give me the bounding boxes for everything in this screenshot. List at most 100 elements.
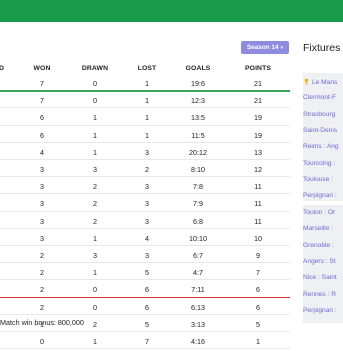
cell-goals: 4:7 [193,268,203,278]
cell-points: 11 [254,182,262,192]
fixture-item[interactable]: Perpignan : [303,192,343,199]
cell-drawn: 0 [93,302,97,312]
cell-points: 11 [254,199,262,209]
cell-points: 10 [254,233,262,243]
cell-goals: 13:5 [191,113,205,123]
cell-won: 6 [40,130,44,140]
season-label: Season 14 [246,44,279,51]
cell-points: 6 [256,285,260,295]
col-header-drawn: DRAWN [81,65,109,72]
cell-goals: 11:5 [191,130,205,140]
fixture-item[interactable]: Reims : Ang [303,143,343,150]
cell-points: 21 [254,96,262,106]
cell-lost: 6 [145,302,149,312]
cell-drawn: 0 [93,79,97,88]
cell-lost: 3 [145,251,149,260]
col-header-lost: LOST [137,65,157,72]
cell-points: 6 [256,302,260,312]
cell-lost: 2 [145,165,149,174]
cell-drawn: 2 [93,182,97,192]
fixture-text: Reims : Ang [303,143,339,151]
fixture-text: Tourcoing : [303,159,336,167]
cell-won: 4 [40,147,44,157]
col-header-won: WON [33,65,51,72]
cell-points: 9 [256,251,260,260]
cell-goals: 8:10 [191,165,205,174]
cell-points: 19 [254,113,262,123]
cell-drawn: 1 [93,268,97,278]
cell-lost: 1 [145,79,149,88]
col-header-points: POINTS [245,65,271,72]
cell-points: 1 [256,337,260,346]
fixture-item[interactable]: Angers : St [303,258,343,265]
cell-points: 13 [254,147,262,157]
fixture-text: Marseille : [303,225,334,233]
fixture-text: Angers : St [303,257,336,265]
fixture-item[interactable]: Grenoble : [303,242,343,249]
cell-lost: 3 [145,216,149,226]
cell-goals: 10:10 [189,233,207,243]
cell-drawn: 0 [93,96,97,106]
cell-lost: 4 [145,233,149,243]
cell-goals: 3:13 [191,319,205,329]
cell-won: 2 [40,251,44,260]
chevron-down-icon: ▾ [280,45,284,51]
fixture-item[interactable]: Marseille : [303,225,343,232]
cell-drawn: 0 [93,285,97,295]
cell-goals: 4:16 [191,337,205,346]
cell-goals: 20:12 [189,147,207,157]
fixture-item[interactable]: Toulon : Or [303,209,343,216]
top-bar [0,0,343,22]
cell-goals: 7:9 [193,199,203,209]
cell-points: 5 [256,319,260,329]
cell-won: 7 [40,96,44,106]
row-divider [0,348,290,350]
cell-points: 21 [254,79,262,88]
col-header-drawn-games: D [0,65,5,72]
fixture-text: Saint-Denis [303,126,338,134]
cell-drawn: 3 [93,251,97,260]
fixture-text: Perpignan : [303,192,337,200]
cell-won: 3 [40,216,44,226]
cell-goals: 12:3 [191,96,205,106]
cell-lost: 7 [145,337,149,346]
fixture-text: Nice : Saint [303,274,337,282]
fixture-item[interactable]: Le Mans [303,78,343,86]
cell-goals: 6:8 [193,216,203,226]
fixtures-title: Fixtures [303,42,341,54]
cell-lost: 6 [145,285,149,295]
cell-drawn: 1 [93,113,97,123]
cell-goals: 19:6 [191,79,205,88]
fixture-text: Strasbourg [303,110,336,118]
fixture-text: Perpignan : [303,306,337,314]
cell-points: 7 [256,268,260,278]
cell-drawn: 1 [93,147,97,157]
cell-lost: 5 [145,319,149,329]
cell-points: 19 [254,130,262,140]
fixture-text: Toulouse : [303,175,334,183]
cell-lost: 3 [145,182,149,192]
cell-lost: 3 [145,147,149,157]
fixture-item[interactable]: Rennes : R [303,291,343,298]
fixture-item[interactable]: Saint-Denis [303,127,343,134]
fixture-item[interactable]: Strasbourg [303,111,343,118]
cell-drawn: 2 [93,216,97,226]
fixture-text: Rennes : R [303,290,336,298]
cell-goals: 6:13 [191,302,205,312]
fixture-item[interactable]: Nice : Saint [303,274,343,281]
fixture-item[interactable]: Toulouse : [303,176,343,183]
cell-won: 6 [40,113,44,123]
cell-lost: 1 [145,113,149,123]
cell-drawn: 1 [93,337,97,346]
season-dropdown[interactable]: Season 14 ▾ [241,41,289,54]
cell-won: 3 [40,182,44,192]
cell-won: 2 [40,285,44,295]
fixture-text: Le Mans [312,79,338,86]
cell-lost: 1 [145,96,149,106]
cell-drawn: 2 [93,319,97,329]
fixture-item[interactable]: Perpignan : [303,307,343,314]
fixture-text: Clermont-F [303,94,336,102]
fixture-item[interactable]: Tourcoing : [303,160,343,167]
fixture-item[interactable]: Clermont-F [303,94,343,101]
cell-lost: 1 [145,130,149,140]
